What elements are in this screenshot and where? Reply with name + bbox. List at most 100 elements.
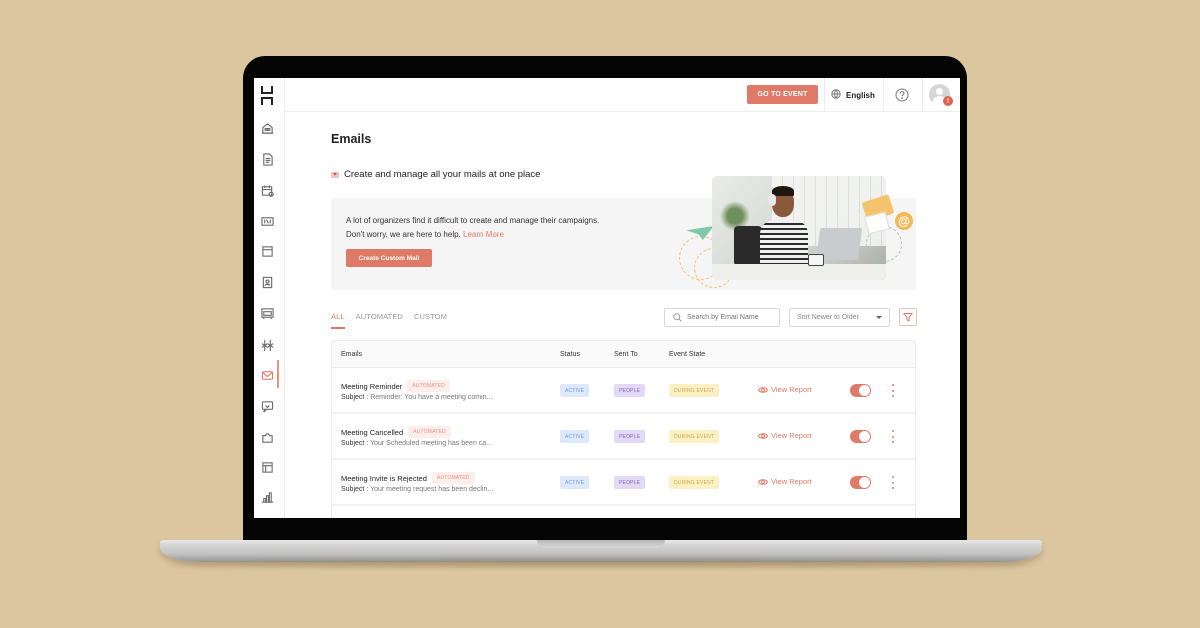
kebab-dot [892, 395, 894, 397]
table-row[interactable]: Meeting Reminder AUTOMATED Subject : Rem… [332, 368, 915, 414]
tab-all[interactable]: ALL [331, 312, 345, 329]
kebab-dot [892, 487, 894, 489]
sidebar-item-analytics[interactable] [260, 490, 274, 504]
enable-toggle[interactable] [850, 430, 871, 443]
page-title: Emails [331, 132, 372, 146]
logo-bottom-shape [261, 97, 273, 105]
column-header-emails: Emails [341, 351, 363, 358]
brand-logo[interactable] [261, 86, 275, 106]
email-subject: Subject : Reminder: You have a meeting c… [341, 394, 492, 401]
enable-toggle[interactable] [850, 476, 871, 489]
hero-illustration [712, 176, 886, 280]
sidebar-item-booths[interactable] [260, 244, 274, 258]
view-report-link[interactable]: View Report [758, 431, 812, 440]
create-custom-mail-button[interactable]: Create Custom Mail [346, 249, 432, 267]
column-header-sent-to: Sent To [614, 351, 638, 358]
active-indicator [277, 360, 279, 388]
view-report-link[interactable]: View Report [758, 385, 812, 394]
banner-text: A lot of organizers find it difficult to… [346, 214, 616, 241]
table-header: Emails Status Sent To Event State [332, 341, 915, 368]
email-name-cell: Meeting Invite is Rejected AUTOMATED [341, 472, 475, 484]
layout-icon [261, 461, 273, 473]
email-tabs: ALL AUTOMATED CUSTOM [331, 312, 447, 329]
laptop-shadow [170, 560, 1032, 566]
language-selector[interactable]: English [831, 78, 875, 112]
tab-automated[interactable]: AUTOMATED [356, 312, 403, 329]
table-row[interactable]: Meeting Cancelled AUTOMATED Subject : Yo… [332, 414, 915, 460]
search-icon [673, 313, 682, 322]
more-options-button[interactable] [890, 430, 896, 443]
avatar-head [936, 88, 943, 95]
filter-button[interactable] [899, 308, 917, 326]
sidebar-item-lounge[interactable] [260, 306, 274, 320]
eye-icon [758, 432, 768, 439]
email-name-cell: Meeting Reminder AUTOMATED [341, 380, 451, 392]
sort-dropdown[interactable]: Sort Newer to Older [789, 308, 890, 327]
kebab-dot [892, 435, 894, 438]
email-name: Meeting Cancelled [341, 427, 404, 437]
illustration-desk [712, 264, 886, 280]
sort-selected: Sort Newer to Older [797, 314, 859, 321]
id-card-icon [262, 276, 272, 288]
chat-icon [261, 400, 273, 412]
enable-toggle[interactable] [850, 384, 871, 397]
automated-tag: AUTOMATED [431, 472, 475, 484]
status-badge: ACTIVE [560, 384, 590, 397]
view-report-label: View Report [771, 431, 812, 440]
language-label: English [846, 90, 875, 100]
top-bar: GO TO EVENT English ! [285, 78, 960, 112]
sidebar-item-attendees[interactable] [260, 275, 274, 289]
sidebar-item-integrations[interactable] [260, 430, 274, 444]
document-icon [262, 152, 273, 166]
status-badge: ACTIVE [560, 430, 590, 443]
logo-top-shape [261, 86, 273, 94]
sidebar-item-layout[interactable] [260, 460, 274, 474]
laptop-notch [537, 540, 665, 548]
search-field[interactable] [664, 308, 780, 327]
toggle-knob [859, 385, 870, 396]
learn-more-link[interactable]: Learn More [463, 230, 504, 239]
filter-icon [903, 313, 913, 322]
sidebar-item-networking[interactable] [260, 338, 274, 352]
event-state-badge: DURING EVENT [669, 384, 720, 397]
search-input[interactable] [687, 314, 777, 321]
sidebar-item-engagement[interactable] [260, 399, 274, 413]
email-name: Meeting Reminder [341, 381, 403, 391]
subject-label: Subject : [341, 440, 369, 447]
view-report-label: View Report [771, 477, 812, 486]
sidebar-item-emails[interactable] [260, 368, 274, 382]
sidebar-item-venue[interactable] [260, 121, 274, 135]
column-header-status: Status [560, 351, 580, 358]
help-button[interactable] [895, 88, 909, 102]
emails-table: Emails Status Sent To Event State Meetin… [331, 340, 916, 518]
more-options-button[interactable] [890, 384, 896, 397]
email-subject: Subject : Your meeting request has been … [341, 486, 493, 493]
sidebar-item-schedule[interactable] [260, 183, 274, 197]
tab-custom[interactable]: CUSTOM [414, 312, 447, 329]
kebab-dot [892, 430, 894, 432]
illustration-person-body [760, 220, 808, 270]
subject-label: Subject : [341, 486, 369, 493]
toggle-knob [859, 431, 870, 442]
globe-icon [831, 89, 841, 101]
email-name: Meeting Invite is Rejected [341, 473, 427, 483]
lounge-icon [260, 307, 274, 319]
view-report-label: View Report [771, 385, 812, 394]
calendar-icon [261, 184, 274, 197]
status-badge: ACTIVE [560, 476, 590, 489]
booth-icon [261, 245, 273, 257]
more-options-button[interactable] [890, 476, 896, 489]
toggle-knob [859, 477, 870, 488]
view-report-link[interactable]: View Report [758, 477, 812, 486]
subject-label: Subject : [341, 394, 369, 401]
sidebar-item-documents[interactable] [260, 152, 274, 166]
event-state-badge: DURING EVENT [669, 476, 720, 489]
caret-down-icon [876, 316, 882, 319]
app-screen: GO TO EVENT English ! Emails Create and … [254, 78, 960, 518]
event-state-badge: DURING EVENT [669, 430, 720, 443]
go-to-event-button[interactable]: GO TO EVENT [747, 85, 818, 104]
sidebar-item-badges[interactable] [260, 214, 274, 228]
illustration-headphone [768, 194, 776, 206]
illustration-chair [734, 226, 762, 266]
table-row[interactable]: Meeting Invite is Rejected AUTOMATED Sub… [332, 460, 915, 506]
